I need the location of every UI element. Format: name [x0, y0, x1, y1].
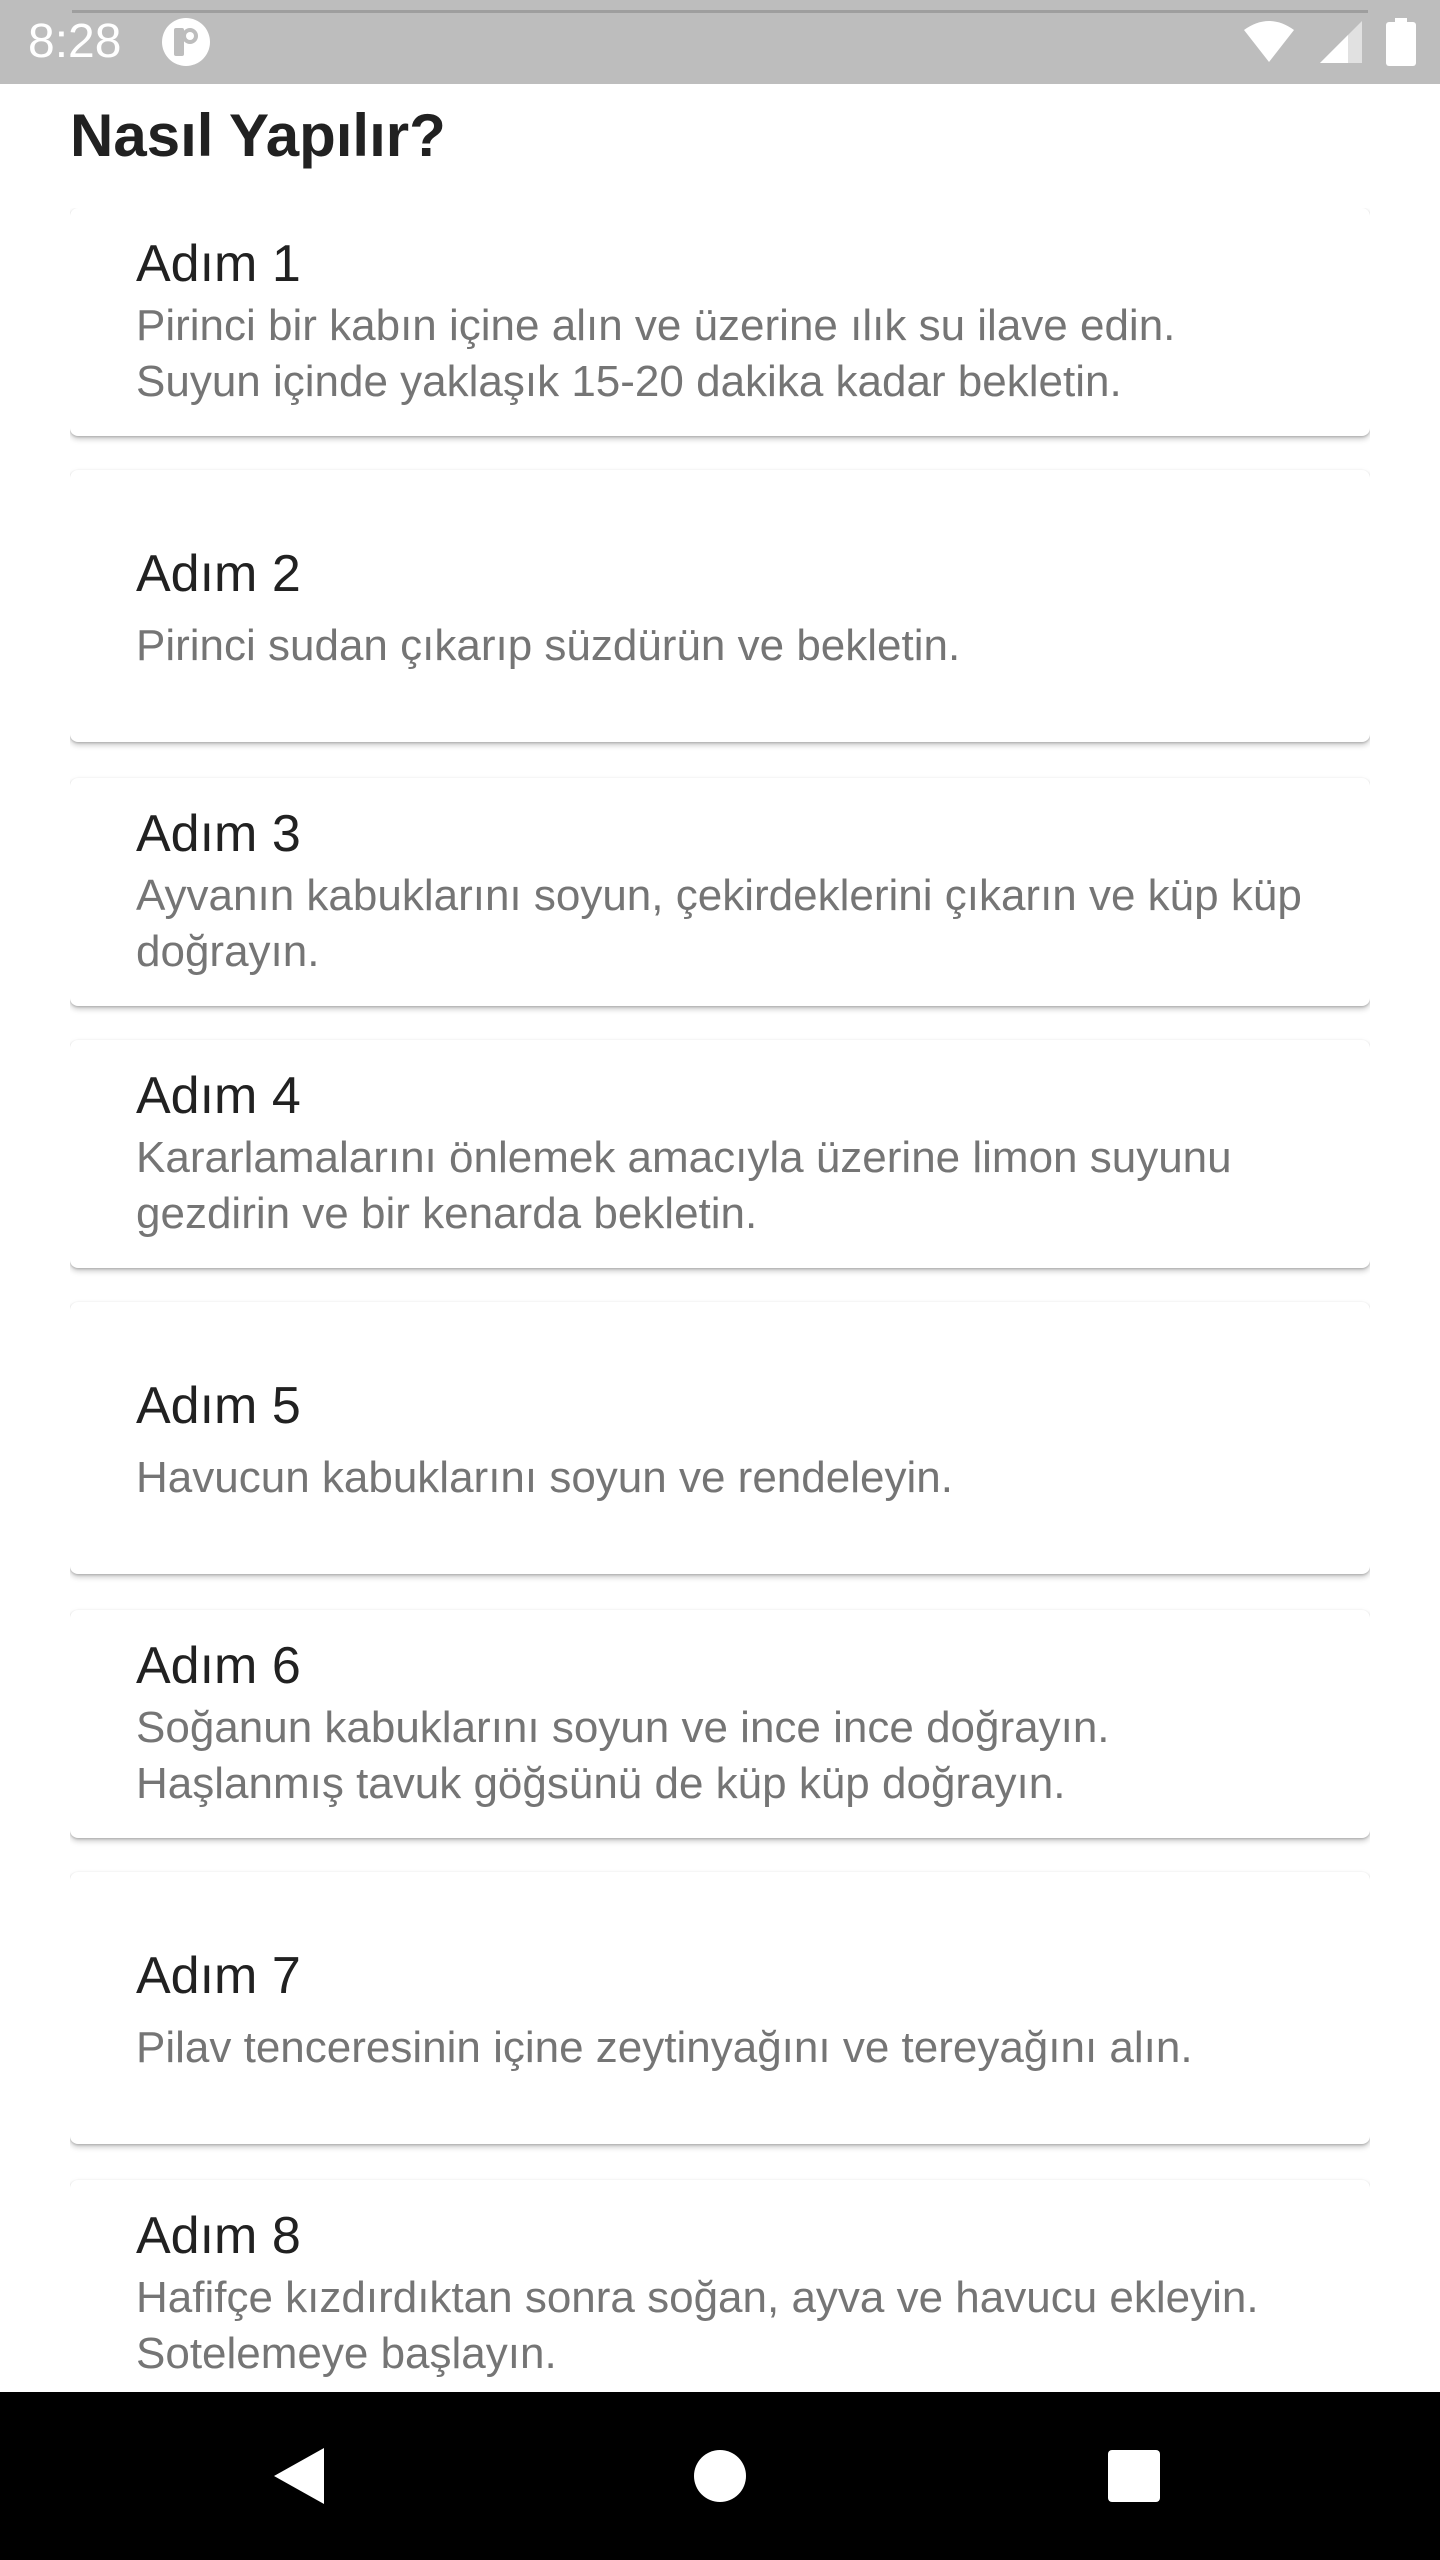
step-card[interactable]: Adım 1 Pirinci bir kabın içine alın ve ü…: [70, 208, 1370, 436]
step-card[interactable]: Adım 2 Pirinci sudan çıkarıp süzdürün ve…: [70, 470, 1370, 742]
step-card[interactable]: Adım 7 Pilav tenceresinin içine zeytinya…: [70, 1872, 1370, 2144]
status-time: 8:28: [28, 15, 122, 68]
step-description: Kararlamalarını önlemek amacıyla üzerine…: [136, 1133, 1232, 1238]
step-title: Adım 2: [136, 545, 301, 603]
step-card[interactable]: Adım 4 Kararlamalarını önlemek amacıyla …: [70, 1040, 1370, 1268]
page-title: Nasıl Yapılır?: [70, 102, 446, 169]
step-title: Adım 6: [136, 1637, 301, 1695]
steps-list[interactable]: Adım 1 Pirinci bir kabın içine alın ve ü…: [70, 208, 1370, 2392]
step-description: Havucun kabuklarını soyun ve rendeleyin.: [136, 1453, 953, 1502]
step-title: Adım 7: [136, 1947, 301, 2005]
step-title: Adım 4: [136, 1067, 301, 1125]
step-card[interactable]: Adım 5 Havucun kabuklarını soyun ve rend…: [70, 1302, 1370, 1574]
wifi-icon: [1244, 21, 1294, 62]
step-description: Pirinci bir kabın içine alın ve üzerine …: [136, 301, 1176, 406]
battery-icon: [1386, 18, 1416, 66]
navigation-bar: [0, 2392, 1440, 2560]
step-title: Adım 5: [136, 1377, 301, 1435]
step-title: Adım 1: [136, 235, 301, 293]
step-description: Hafifçe kızdırdıktan sonra soğan, ayva v…: [136, 2273, 1259, 2378]
back-icon[interactable]: [268, 2444, 332, 2508]
app-notification-icon: [162, 18, 210, 66]
status-icons: [1242, 16, 1416, 68]
step-description: Pirinci sudan çıkarıp süzdürün ve beklet…: [136, 621, 961, 670]
step-title: Adım 3: [136, 805, 301, 863]
step-card[interactable]: Adım 6 Soğanun kabuklarını soyun ve ince…: [70, 1610, 1370, 1838]
step-description: Ayvanın kabuklarını soyun, çekirdeklerin…: [136, 871, 1302, 976]
recents-icon[interactable]: [1107, 2449, 1161, 2503]
step-description: Pilav tenceresinin içine zeytinyağını ve…: [136, 2023, 1193, 2072]
step-card[interactable]: Adım 3 Ayvanın kabuklarını soyun, çekird…: [70, 778, 1370, 1006]
step-card[interactable]: Adım 8 Hafifçe kızdırdıktan sonra soğan,…: [70, 2180, 1370, 2392]
status-bar-divider: [72, 10, 1368, 13]
status-bar: 8:28: [0, 0, 1440, 84]
cell-signal-icon: [1320, 21, 1362, 63]
home-icon[interactable]: [693, 2449, 747, 2503]
step-title: Adım 8: [136, 2207, 301, 2265]
step-description: Soğanun kabuklarını soyun ve ince ince d…: [136, 1703, 1110, 1808]
